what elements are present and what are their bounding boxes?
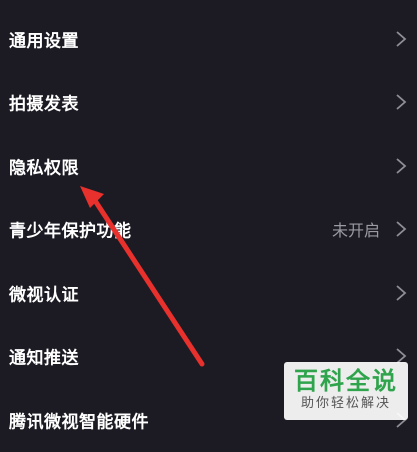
row-label: 拍摄发表	[9, 94, 79, 115]
chevron-right-icon	[396, 94, 407, 110]
watermark-logo: 百科全说 助你轻松解决	[284, 362, 408, 420]
chevron-right-icon	[396, 285, 407, 301]
settings-row-general[interactable]: 通用设置	[0, 7, 417, 71]
row-status-value: 未开启	[331, 221, 380, 241]
row-label: 通知推送	[9, 348, 79, 369]
watermark-subtitle: 助你轻松解决	[300, 396, 391, 411]
settings-row-privacy[interactable]: 隐私权限	[0, 134, 417, 198]
settings-row-capture-publish[interactable]: 拍摄发表	[0, 71, 417, 135]
row-label: 隐私权限	[9, 158, 79, 179]
settings-row-youth-protection[interactable]: 青少年保护功能 未开启	[0, 198, 417, 262]
row-label: 青少年保护功能	[9, 221, 132, 242]
chevron-right-icon	[396, 221, 407, 237]
chevron-right-icon	[396, 31, 407, 47]
chevron-right-icon	[396, 158, 407, 174]
watermark-title: 百科全说	[294, 367, 398, 395]
settings-row-verification[interactable]: 微视认证	[0, 261, 417, 325]
row-label: 通用设置	[9, 31, 79, 52]
row-label: 腾讯微视智能硬件	[9, 412, 149, 433]
row-label: 微视认证	[9, 285, 79, 306]
